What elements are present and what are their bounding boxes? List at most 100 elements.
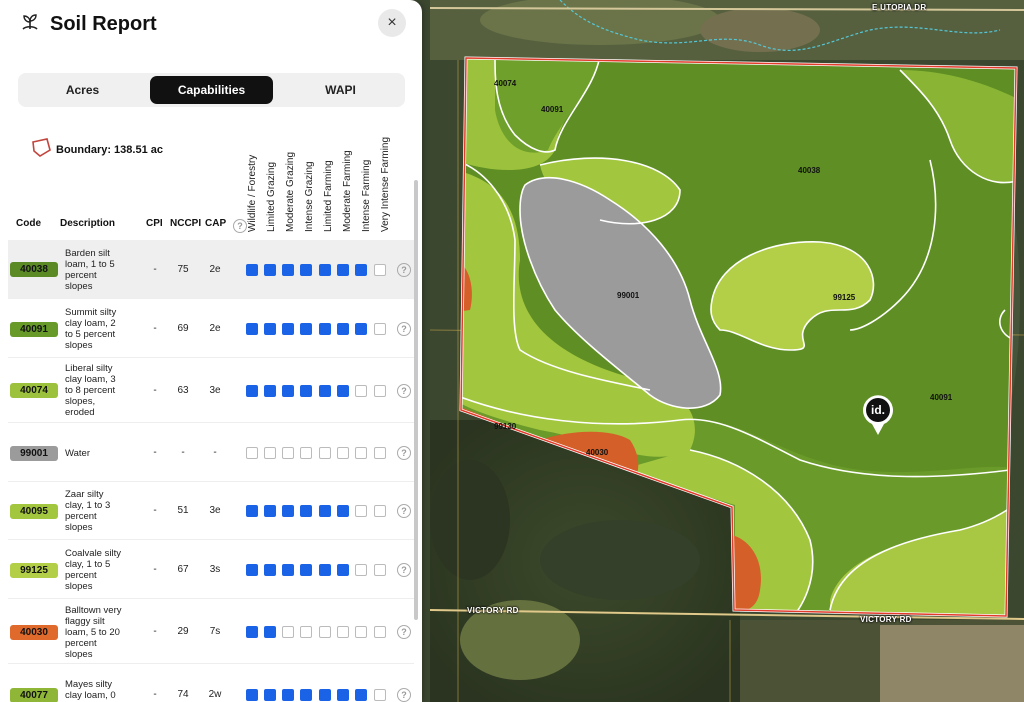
nccpi-value: 69 [177,323,189,334]
capability-box [374,689,386,701]
soil-code-badge: 99125 [10,562,58,578]
capability-box [355,263,367,276]
cap-value: 7s [209,626,221,637]
row-help-icon[interactable]: ? [397,688,411,702]
capability-box [319,447,331,459]
tab-capabilities[interactable]: Capabilities [150,76,273,104]
capability-box [300,263,312,276]
soil-code-badge: 40077 [10,687,58,702]
location-marker-icon[interactable]: id. [862,394,894,436]
cpi-value: - [153,689,157,700]
capability-box [337,447,349,459]
capability-box [337,626,349,638]
soil-label-40074: 40074 [494,79,517,88]
soil-description: Liberal silty clay loam, 3 to 8 percent slo… [65,363,116,418]
table-row[interactable]: 40077 Mayes siltyclay loam, 0to 2 percent… [8,665,414,702]
capability-box [264,505,276,517]
capability-box [337,564,349,576]
soil-description: Mayes siltyclay loam, 0to 2 percent [65,678,116,702]
capability-box [282,263,294,276]
road-label-victory-west: VICTORY RD [467,606,519,615]
capability-box [264,626,276,638]
capability-box [355,505,367,517]
capability-box [374,323,386,335]
capability-box [246,263,258,276]
cap-value: 3s [209,564,221,575]
nccpi-value: 51 [177,505,189,516]
road-label-utopia: E UTOPIA DR [872,3,927,12]
capability-box [337,505,349,517]
col-nccpi: NCCPI [170,218,202,229]
tab-bar: Acres Capabilities WAPI [18,73,405,107]
capability-box [374,263,386,276]
soil-code-badge: 40095 [10,503,58,519]
row-help-icon[interactable]: ? [397,625,411,639]
row-help-icon[interactable]: ? [397,504,411,518]
capability-box [282,447,294,459]
capability-box [264,689,276,701]
capability-box [337,689,349,701]
panel-title: Soil Report [50,13,157,35]
cap-value: 2w [208,689,222,700]
capability-box [300,384,312,397]
table-row[interactable]: 40091 Summit silty clay loam, 2 to 5 percen… [8,300,414,358]
cpi-value: - [153,626,157,637]
boundary-summary: Boundary: 138.51 ac [30,137,163,162]
capability-box [300,505,312,517]
cpi-value: - [153,323,157,334]
capability-box [374,564,386,576]
table-row[interactable]: 40095 Zaar silty clay, 1 to 3 percent slopes… [8,482,414,540]
table-row[interactable]: 99125 Coalvale silty clay, 1 to 5 percent sl… [8,541,414,599]
table-row[interactable]: 99001 Water - - -? [8,424,414,482]
capability-box [300,447,312,459]
capability-box [319,626,331,638]
tab-acres[interactable]: Acres [21,76,144,104]
col-code: Code [16,218,41,229]
capability-box [246,564,258,576]
soil-label-40091-north: 40091 [541,105,564,114]
soil-code-badge: 40091 [10,321,58,337]
marker-text: id. [871,403,885,417]
row-help-icon[interactable]: ? [397,446,411,460]
capability-box [355,323,367,335]
capability-box [246,323,258,335]
table-row[interactable]: 40030 Balltown very flaggy silt loam, 5 to … [8,600,414,664]
cpi-value: - [153,447,157,458]
row-help-icon[interactable]: ? [397,262,411,277]
soil-description: Zaar silty clay, 1 to 3 percent slopes [65,489,111,533]
tab-wapi[interactable]: WAPI [279,76,402,104]
capability-box [355,447,367,459]
row-help-icon[interactable]: ? [397,563,411,577]
capability-box [374,626,386,638]
cpi-value: - [153,564,157,575]
capability-box [337,323,349,335]
table-row[interactable]: 40038 Barden silt loam, 1 to 5 percent slope… [8,240,414,299]
capability-box [300,689,312,701]
capability-box [282,323,294,335]
nccpi-value: - [181,447,185,458]
scrollbar[interactable] [414,180,418,620]
close-button[interactable]: × [378,9,406,37]
soil-label-99130: 99130 [494,422,517,431]
row-help-icon[interactable]: ? [397,383,411,398]
nccpi-value: 67 [177,564,189,575]
soil-code-badge: 40030 [10,624,58,640]
capability-box [282,689,294,701]
capability-box [374,505,386,517]
capability-box [319,505,331,517]
col-cpi: CPI [146,218,163,229]
cap-help-icon[interactable]: ? [233,216,247,234]
soil-description: Water [65,447,90,459]
capability-box [374,384,386,397]
col-cap: CAP [205,218,227,229]
row-help-icon[interactable]: ? [397,322,411,336]
capability-box [319,384,331,397]
capability-box [282,505,294,517]
cap-value: 2e [209,323,221,334]
soil-code-badge: 40074 [10,383,58,398]
table-row[interactable]: 40074 Liberal silty clay loam, 3 to 8 perce… [8,358,414,423]
capability-box [319,263,331,276]
capability-box [246,384,258,397]
capability-box [355,384,367,397]
road-label-victory-east: VICTORY RD [860,615,912,624]
